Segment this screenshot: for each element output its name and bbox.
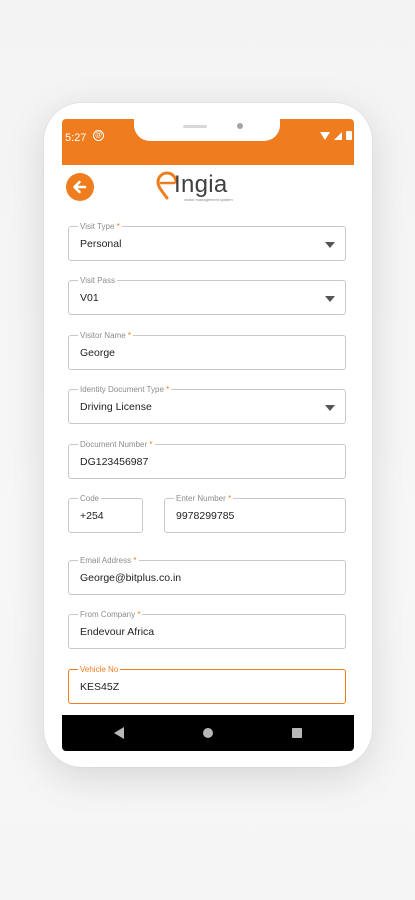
wifi-icon (320, 131, 330, 140)
visitor-name-label: Visitor Name * (78, 330, 134, 341)
app-header: Ingia visitor management system (62, 165, 354, 219)
nav-home-icon[interactable] (203, 728, 213, 738)
identity-document-type-label: Identity Document Type * (78, 384, 172, 395)
visitor-name-value: George (80, 347, 116, 359)
phone-number-value: 9978299785 (176, 510, 235, 522)
at-sign-icon: @ (93, 130, 104, 141)
nav-recent-icon[interactable] (292, 728, 302, 738)
speaker-grille (183, 125, 207, 128)
identity-document-type-value: Driving License (80, 401, 152, 413)
vehicle-number-label: Vehicle No (78, 664, 121, 675)
country-code-value: +254 (80, 510, 104, 522)
phone-number-label: Enter Number * (174, 493, 234, 504)
document-number-field[interactable]: Document Number * DG123456987 (68, 439, 346, 479)
android-nav-bar (62, 715, 354, 751)
document-number-label: Document Number * (78, 439, 155, 450)
phone-number-field[interactable]: Enter Number * 9978299785 (164, 493, 346, 533)
visit-type-label: Visit Type * (78, 221, 122, 232)
identity-document-type-select[interactable]: Identity Document Type * Driving License (68, 384, 346, 424)
signal-icon (334, 131, 342, 140)
front-camera (237, 123, 243, 129)
from-company-label: From Company * (78, 609, 143, 620)
system-icons (320, 131, 352, 140)
phone-frame: 5:27 @ Ingia visitor management system V… (44, 103, 372, 767)
ingia-logo: Ingia visitor management system (156, 169, 256, 205)
back-button[interactable] (66, 173, 94, 201)
visitor-name-field[interactable]: Visitor Name * George (68, 330, 346, 370)
visit-pass-value: V01 (80, 292, 99, 304)
email-address-label: Email Address * (78, 555, 139, 566)
vehicle-number-value: KES45Z (80, 681, 120, 693)
logo-tagline: visitor management system (184, 197, 233, 202)
battery-icon (346, 131, 352, 140)
chevron-down-icon (325, 296, 335, 302)
visit-type-value: Personal (80, 238, 122, 250)
visit-pass-select[interactable]: Visit Pass V01 (68, 275, 346, 315)
from-company-field[interactable]: From Company * Endevour Africa (68, 609, 346, 649)
chevron-down-icon (325, 242, 335, 248)
camera-notch (134, 119, 280, 141)
logo-wordmark: Ingia (174, 171, 228, 198)
email-address-field[interactable]: Email Address * George@bitplus.co.in (68, 555, 346, 595)
document-number-value: DG123456987 (80, 456, 149, 468)
country-code-label: Code (78, 493, 102, 504)
status-bar: 5:27 @ (62, 119, 354, 165)
nav-back-icon[interactable] (114, 727, 124, 739)
visit-type-select[interactable]: Visit Type * Personal (68, 221, 346, 261)
status-time: 5:27 (65, 132, 87, 144)
email-address-value: George@bitplus.co.in (80, 572, 182, 584)
country-code-field[interactable]: Code +254 (68, 493, 143, 533)
visit-pass-label: Visit Pass (78, 275, 117, 286)
chevron-down-icon (325, 405, 335, 411)
from-company-value: Endevour Africa (80, 626, 155, 638)
arrow-left-icon (73, 180, 87, 194)
app-screen: 5:27 @ Ingia visitor management system V… (62, 119, 354, 751)
vehicle-number-field[interactable]: Vehicle No KES45Z (68, 664, 346, 704)
